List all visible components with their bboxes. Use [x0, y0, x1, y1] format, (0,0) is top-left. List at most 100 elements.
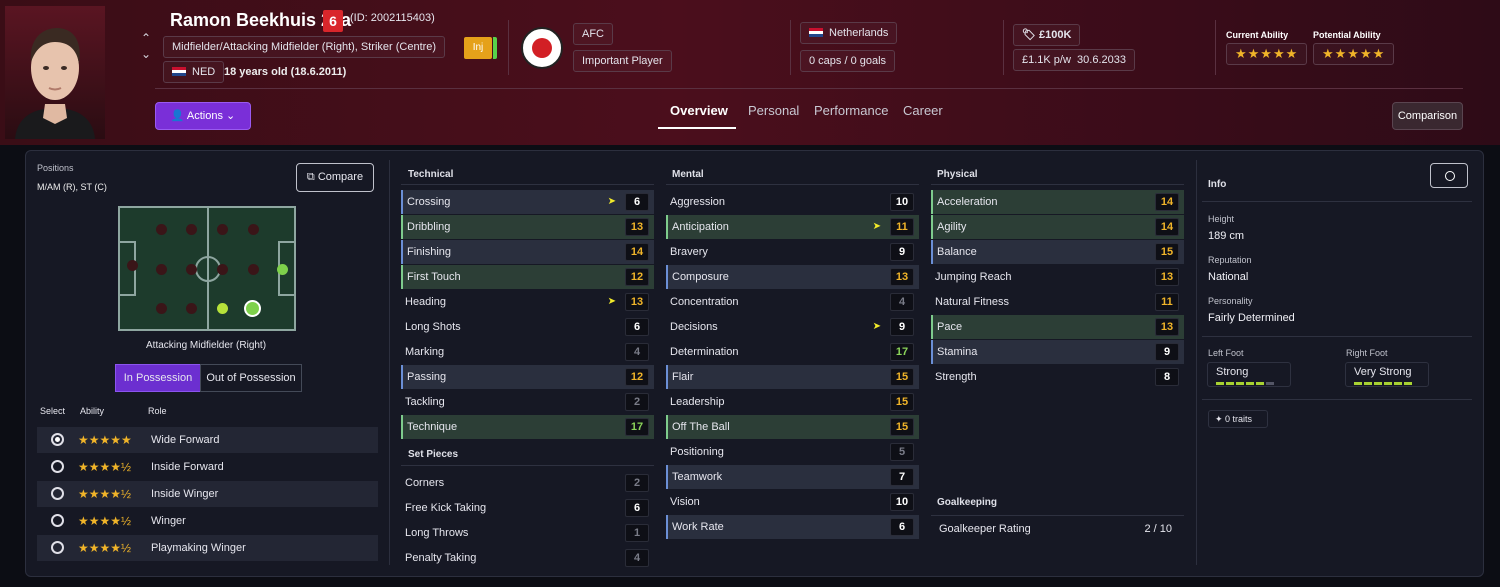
- attribute-row[interactable]: Off The Ball 15: [666, 415, 919, 439]
- mental-header: Mental: [672, 169, 704, 180]
- compare-button[interactable]: ⧉ Compare: [296, 163, 374, 192]
- personality-value: Fairly Determined: [1208, 312, 1295, 324]
- role-radio[interactable]: [51, 433, 64, 446]
- in-possession-tab[interactable]: In Possession: [115, 364, 201, 392]
- attribute-row[interactable]: Bravery 9: [666, 240, 919, 264]
- role-row[interactable]: ★★★★½ Playmaking Winger: [37, 535, 378, 561]
- role-row[interactable]: ★★★★★ Wide Forward: [37, 427, 378, 453]
- country-chip[interactable]: Netherlands: [800, 22, 898, 44]
- attribute-row[interactable]: Long Throws 1: [401, 521, 654, 545]
- player-value[interactable]: 🏷 £100K: [1013, 24, 1081, 46]
- left-foot-value: Strong: [1216, 366, 1249, 378]
- role-ability-stars: ★★★★½: [78, 514, 132, 528]
- chevron-down-icon[interactable]: ⌄: [139, 46, 153, 62]
- position-dot[interactable]: [186, 303, 197, 314]
- set-pieces-header: Set Pieces: [408, 449, 459, 460]
- position-dot[interactable]: [248, 264, 259, 275]
- nationality-chip[interactable]: NED: [163, 61, 225, 83]
- active-tab-indicator: [658, 127, 736, 129]
- attribute-row[interactable]: Corners 2: [401, 471, 654, 495]
- trend-up-icon: ➤: [872, 221, 881, 232]
- roles-header-ability: Ability: [80, 406, 105, 416]
- attribute-value: 14: [1155, 218, 1179, 236]
- tab-career[interactable]: Career: [903, 103, 943, 118]
- role-name: Wide Forward: [151, 434, 220, 446]
- attribute-row[interactable]: Crossing ➤ 6: [401, 190, 654, 214]
- attribute-row[interactable]: Long Shots 6: [401, 315, 654, 339]
- info-title: Info: [1208, 179, 1227, 190]
- attribute-row[interactable]: Positioning 5: [666, 440, 919, 464]
- attribute-name: Heading: [405, 296, 446, 308]
- attribute-row[interactable]: Composure 13: [666, 265, 919, 289]
- attribute-row[interactable]: Vision 10: [666, 490, 919, 514]
- tab-personal[interactable]: Personal: [748, 103, 799, 118]
- attribute-row[interactable]: Teamwork 7: [666, 465, 919, 489]
- injury-badge[interactable]: Inj: [464, 37, 492, 59]
- position-dot[interactable]: [248, 224, 259, 235]
- role-row[interactable]: ★★★★½ Winger: [37, 508, 378, 534]
- club-name[interactable]: AFC: [573, 23, 613, 45]
- traits-button[interactable]: ✦ 0 traits: [1208, 410, 1268, 428]
- actions-button[interactable]: 👤 Actions ⌄: [155, 102, 251, 130]
- position-dot[interactable]: [217, 224, 228, 235]
- attribute-row[interactable]: Leadership 15: [666, 390, 919, 414]
- attribute-row[interactable]: Passing 12: [401, 365, 654, 389]
- attribute-row[interactable]: Technique 17: [401, 415, 654, 439]
- attribute-row[interactable]: Stamina 9: [931, 340, 1184, 364]
- tab-performance[interactable]: Performance: [814, 103, 888, 118]
- profile-options-button[interactable]: [1430, 163, 1468, 188]
- attribute-name: Vision: [670, 496, 700, 508]
- attribute-name: Bravery: [670, 246, 708, 258]
- attribute-row[interactable]: Decisions ➤ 9: [666, 315, 919, 339]
- position-dot[interactable]: [217, 264, 228, 275]
- attribute-row[interactable]: Free Kick Taking 6: [401, 496, 654, 520]
- position-dot-selected[interactable]: [244, 300, 261, 317]
- role-row[interactable]: ★★★★½ Inside Winger: [37, 481, 378, 507]
- attribute-row[interactable]: Work Rate 6: [666, 515, 919, 539]
- attribute-row[interactable]: Balance 15: [931, 240, 1184, 264]
- position-dot-accomplished[interactable]: [217, 303, 228, 314]
- attribute-row[interactable]: Finishing 14: [401, 240, 654, 264]
- role-name: Inside Winger: [151, 488, 219, 500]
- role-radio[interactable]: [51, 487, 64, 500]
- injury-status-bar: [493, 37, 497, 59]
- role-row[interactable]: ★★★★½ Inside Forward: [37, 454, 378, 480]
- attribute-row[interactable]: Agility 14: [931, 215, 1184, 239]
- position-dot[interactable]: [156, 264, 167, 275]
- attribute-row[interactable]: Natural Fitness 11: [931, 290, 1184, 314]
- position-dot[interactable]: [127, 260, 138, 271]
- chevron-up-icon[interactable]: ⌃: [139, 30, 153, 46]
- attribute-row[interactable]: Anticipation ➤ 11: [666, 215, 919, 239]
- role-radio[interactable]: [51, 460, 64, 473]
- attribute-row[interactable]: First Touch 12: [401, 265, 654, 289]
- attribute-row[interactable]: Determination 17: [666, 340, 919, 364]
- left-foot-meter: [1216, 382, 1282, 385]
- out-of-possession-tab[interactable]: Out of Possession: [200, 364, 302, 392]
- club-logo[interactable]: [521, 27, 563, 69]
- attribute-row[interactable]: Pace 13: [931, 315, 1184, 339]
- role-radio[interactable]: [51, 514, 64, 527]
- attribute-row[interactable]: Tackling 2: [401, 390, 654, 414]
- attribute-row[interactable]: Aggression 10: [666, 190, 919, 214]
- comparison-button[interactable]: Comparison: [1392, 102, 1463, 130]
- attribute-row[interactable]: Heading ➤ 13: [401, 290, 654, 314]
- position-dot-natural[interactable]: [277, 264, 288, 275]
- attribute-row[interactable]: Dribbling 13: [401, 215, 654, 239]
- position-dot[interactable]: [186, 264, 197, 275]
- attribute-row[interactable]: Marking 4: [401, 340, 654, 364]
- attribute-row[interactable]: Flair 15: [666, 365, 919, 389]
- attribute-row[interactable]: Penalty Taking 4: [401, 546, 654, 570]
- position-dot[interactable]: [156, 303, 167, 314]
- position-pitch[interactable]: [118, 206, 296, 331]
- position-dot[interactable]: [186, 224, 197, 235]
- attribute-row[interactable]: Concentration 4: [666, 290, 919, 314]
- tab-overview[interactable]: Overview: [670, 103, 728, 118]
- role-radio[interactable]: [51, 541, 64, 554]
- attribute-value: 11: [1155, 293, 1179, 311]
- role-name: Playmaking Winger: [151, 542, 246, 554]
- star-rating: ★★★★★: [1322, 46, 1386, 61]
- attribute-row[interactable]: Acceleration 14: [931, 190, 1184, 214]
- position-dot[interactable]: [156, 224, 167, 235]
- attribute-row[interactable]: Strength 8: [931, 365, 1184, 389]
- attribute-row[interactable]: Jumping Reach 13: [931, 265, 1184, 289]
